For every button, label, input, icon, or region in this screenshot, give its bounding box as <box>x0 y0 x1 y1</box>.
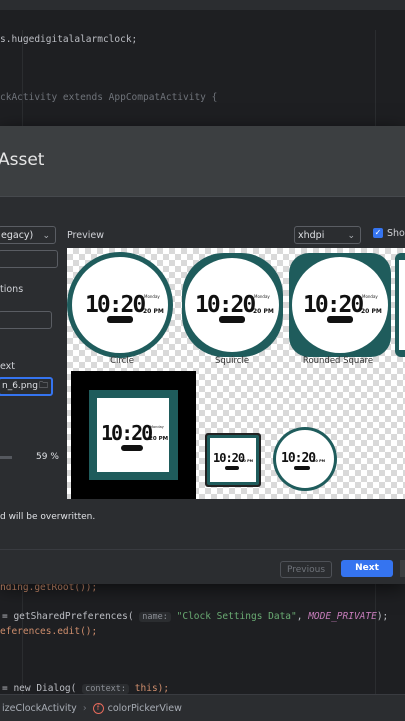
options-field[interactable] <box>0 311 52 329</box>
svg-text:20 PM: 20 PM <box>253 308 274 315</box>
svg-text:Monday: Monday <box>362 294 378 299</box>
options-label: tions <box>0 284 24 295</box>
chevron-down-icon: ⌄ <box>42 231 50 241</box>
name-field[interactable] <box>0 250 58 268</box>
legacy-square-icon: 10:20 20 PM <box>205 433 261 487</box>
icon-type-dropdown[interactable]: egacy) ⌄ <box>0 226 56 244</box>
svg-text:20 PM: 20 PM <box>149 436 168 442</box>
breadcrumb-class[interactable]: izeClockActivity <box>2 703 77 714</box>
show-grid-checkbox[interactable]: ✓ <box>373 228 383 238</box>
svg-text:10:20: 10:20 <box>303 292 363 318</box>
overwrite-warning: d will be overwritten. <box>0 512 96 522</box>
code-line-class: ckActivity extends AppCompatActivity { <box>0 92 218 103</box>
next-button[interactable]: Next <box>341 560 393 577</box>
icon-preview-area: 10:20 10:20 Monday 20 PM 10:20 Monday <box>67 248 405 499</box>
footer-divider <box>0 549 405 550</box>
folder-icon[interactable]: 🗀 <box>39 379 48 394</box>
svg-text:Monday: Monday <box>144 294 160 299</box>
icon-label-circle: Circle <box>110 356 134 366</box>
svg-text:10:20: 10:20 <box>195 292 255 318</box>
dialog-header: Asset <box>0 126 405 197</box>
scale-slider[interactable] <box>0 456 12 459</box>
squircle-icon: 10:20 Monday 20 PM <box>182 253 283 357</box>
chevron-right-icon: › <box>82 702 87 714</box>
icon-label-squircle: Squircle <box>214 356 250 366</box>
full-bleed-icon: 10:20 Monday 20 PM <box>71 371 196 499</box>
svg-text:Monday: Monday <box>150 425 164 429</box>
density-dropdown[interactable]: xhdpi ⌄ <box>294 226 361 244</box>
show-checkbox-label: Shov <box>387 228 405 239</box>
scale-percent: 59 % <box>36 452 59 462</box>
previous-button[interactable]: Previous <box>280 561 332 578</box>
path-field[interactable]: n_6.png 🗀 <box>0 377 53 396</box>
rounded-square-icon: 10:20 Monday 20 PM <box>289 253 391 357</box>
code-line-package: s.hugedigitalalarmclock; <box>0 34 138 45</box>
svg-text:20 PM: 20 PM <box>143 308 164 315</box>
svg-text:10:20: 10:20 <box>281 451 316 466</box>
dialog-title: Asset <box>0 150 45 170</box>
method-icon: f <box>92 702 104 714</box>
code-line-edit: eferences.edit(); <box>0 626 98 637</box>
svg-text:10:20: 10:20 <box>85 292 145 318</box>
code-line-prefs: = getSharedPreferences( name: "Clock Set… <box>2 611 389 622</box>
legacy-round-icon: 10:20 20 PM <box>273 427 337 491</box>
asset-studio-dialog: Asset egacy) ⌄ tions ext n_6.png 🗀 59 % … <box>0 126 405 584</box>
breadcrumb-bar: izeClockActivity › f colorPickerView <box>0 694 405 721</box>
svg-text:20 PM: 20 PM <box>313 459 326 463</box>
svg-text:10:20: 10:20 <box>101 421 152 445</box>
path-label: ext <box>0 361 16 372</box>
chevron-down-icon: ⌄ <box>347 231 355 241</box>
svg-text:Monday: Monday <box>254 294 270 299</box>
icon-label-rounded-square: Rounded Square <box>302 356 374 366</box>
breadcrumb-method[interactable]: colorPickerView <box>108 703 182 714</box>
svg-text:20 PM: 20 PM <box>361 308 382 315</box>
partial-button <box>400 560 405 577</box>
circle-icon: 10:20 Monday 20 PM <box>67 252 173 358</box>
preview-icons: 10:20 10:20 Monday 20 PM 10:20 Monday <box>67 252 405 499</box>
code-line-dialog: = new Dialog( context: this); <box>2 683 170 694</box>
svg-text:20 PM: 20 PM <box>241 459 254 463</box>
preview-label: Preview <box>67 230 104 241</box>
editor-tab-bar <box>0 0 405 10</box>
